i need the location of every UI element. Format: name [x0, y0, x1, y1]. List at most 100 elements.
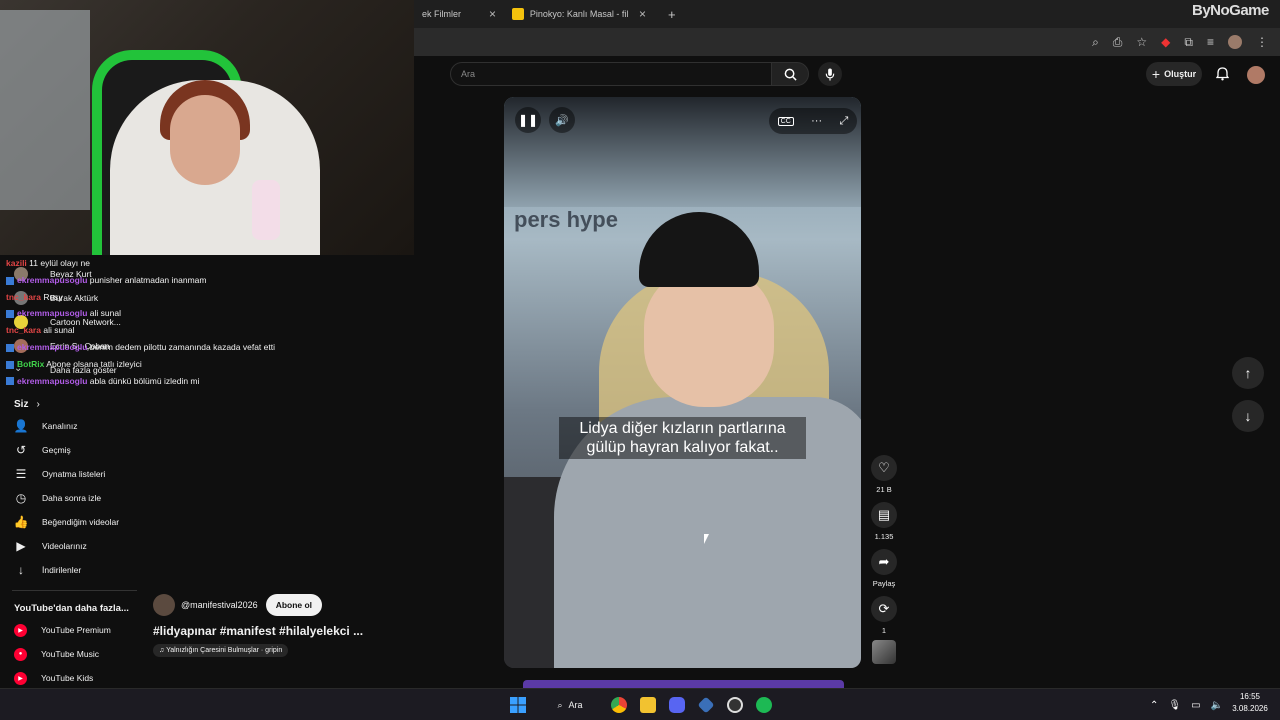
chat-username: ekremmapusoglu [17, 274, 88, 285]
chat-username: tnc_kara [6, 291, 41, 302]
discord-taskbar-button[interactable] [667, 693, 687, 717]
taskbar-search[interactable]: ⌕ Ara [545, 693, 595, 717]
media-icon[interactable]: ≡ [1207, 35, 1214, 49]
sidebar-item-your-videos[interactable]: ▶ Videolarınız [0, 534, 140, 558]
sidebar-item-youtube-kids[interactable]: ▶ YouTube Kids [0, 666, 140, 690]
explorer-taskbar-button[interactable] [638, 693, 658, 717]
browser-tab-active[interactable]: Pinokyo: Kanlı Masal - film 2026 × [504, 2, 654, 26]
music-chip[interactable]: ♫ Yalnızlığın Çaresini Bulmuşlar · gripi… [153, 644, 289, 657]
clock-time: 16:55 [1239, 692, 1261, 701]
captions-button[interactable]: CC [777, 116, 794, 126]
volume-icon[interactable]: 🔈 [1211, 700, 1223, 711]
search-input[interactable]: Ara [450, 62, 772, 86]
video-title[interactable]: #lidyapınar #manifest #hilalyelekci ... [153, 624, 503, 638]
profile-icon[interactable] [1228, 35, 1242, 49]
fullscreen-button[interactable]: ⤢ [839, 115, 848, 128]
voice-search-button[interactable] [818, 62, 842, 86]
sidebar-item-youtube-premium[interactable]: ▶ YouTube Premium [0, 618, 140, 642]
close-icon[interactable]: × [489, 7, 496, 21]
previous-short-button[interactable]: ↑ [1232, 357, 1264, 389]
badge-icon [6, 276, 14, 285]
chat-username: kazili [6, 258, 27, 268]
display-icon[interactable]: ▭ [1191, 700, 1200, 711]
channel-row: @manifestival2026 Abone ol [153, 594, 503, 616]
sidebar-item-youtube-music[interactable]: ● YouTube Music [0, 642, 140, 666]
chat-username: ekremmapusoglu [17, 308, 88, 319]
share-button[interactable]: ➦ Paylaş [870, 549, 898, 588]
clock-icon: ◷ [15, 491, 27, 505]
video-cap [639, 212, 759, 287]
channel-avatar[interactable] [153, 594, 175, 616]
background-sign-text: pers hype [514, 207, 618, 232]
share-label: Paylaş [872, 579, 896, 588]
comments-button[interactable]: ▤ 1.135 [870, 502, 898, 541]
watermark-logo: ByNoGame [1192, 2, 1269, 19]
app-icon [697, 696, 715, 714]
extensions-icon[interactable]: ⧉ [1184, 35, 1193, 50]
microphone-tray-icon[interactable]: 🎙 [1168, 700, 1181, 711]
chat-username: ekremmapusoglu [17, 375, 88, 386]
video-caption: Lidya diğer kızların partlarına gülüp ha… [559, 417, 806, 459]
chrome-taskbar-button[interactable] [609, 693, 629, 717]
microphone-icon [825, 67, 835, 81]
thumbs-up-icon: 👍 [13, 515, 29, 529]
remix-button[interactable]: ⟳ 1 [870, 596, 898, 635]
chat-text: 11 eylül olayı ne [29, 258, 90, 268]
sidebar-you-header[interactable]: Siz › [0, 394, 140, 414]
chat-text: abla dünkü bölümü izledin mi [89, 375, 200, 386]
remix-count: 1 [881, 626, 887, 635]
browser-tab[interactable]: ek Filmler × [414, 2, 504, 26]
sidebar-item-history[interactable]: ↺ Geçmiş [0, 438, 140, 462]
system-clock[interactable]: 16:55 3.08.2026 [1226, 691, 1274, 715]
zoom-icon[interactable]: ⌕ [1092, 35, 1099, 50]
spotify-icon [756, 697, 772, 713]
discord-icon [669, 697, 685, 713]
sidebar-item-downloads[interactable]: ↓ İndirilenler [0, 558, 140, 582]
start-button[interactable] [508, 693, 528, 717]
sidebar-item-label: Daha sonra izle [42, 493, 102, 503]
menu-icon[interactable]: ⋮ [1256, 35, 1268, 49]
volume-button[interactable]: 🔊 [549, 107, 575, 133]
create-button[interactable]: + Oluştur [1146, 62, 1202, 86]
youtube-premium-icon: ▶ [14, 623, 27, 637]
chevron-up-icon[interactable]: ⌃ [1150, 700, 1158, 711]
search-button[interactable] [771, 62, 809, 86]
badge-icon [6, 377, 14, 386]
plus-icon: + [1151, 66, 1161, 82]
overlay-bar [523, 680, 844, 688]
app-taskbar-button[interactable] [696, 693, 716, 717]
sidebar-item-label: Kanalınız [42, 421, 78, 431]
new-tab-button[interactable]: + [660, 2, 684, 26]
like-button[interactable]: ♡ 21 B [870, 455, 898, 494]
next-short-button[interactable]: ↓ [1232, 400, 1264, 432]
obs-taskbar-button[interactable] [725, 693, 745, 717]
chat-message: ekremmapusoglu benim dedem pilottu zaman… [6, 339, 414, 356]
spotify-taskbar-button[interactable] [754, 693, 774, 717]
sidebar-item-your-channel[interactable]: 👤 Kanalınız [0, 414, 140, 438]
chat-text: Abone olsana tatlı izleyici [46, 358, 142, 369]
badge-icon [6, 310, 14, 319]
chat-text: ali sunal [89, 308, 121, 319]
bell-icon [1215, 67, 1229, 81]
bookmark-star-icon[interactable]: ☆ [1136, 35, 1147, 49]
pause-button[interactable]: ❚❚ [515, 107, 541, 133]
account-avatar[interactable] [1247, 66, 1265, 84]
extension-red-icon[interactable]: ◆ [1161, 35, 1170, 49]
close-icon[interactable]: × [639, 7, 646, 21]
more-options-button[interactable]: ··· [811, 115, 822, 127]
subscribe-button[interactable]: Abone ol [265, 594, 323, 616]
comment-icon: ▤ [871, 502, 897, 528]
notifications-button[interactable] [1212, 64, 1232, 84]
chrome-icon [611, 697, 627, 713]
video-info: @manifestival2026 Abone ol #lidyapınar #… [153, 594, 503, 657]
shorts-actions: ♡ 21 B ▤ 1.135 ➦ Paylaş ⟳ 1 [870, 455, 898, 643]
search-icon [784, 68, 797, 81]
channel-name[interactable]: @manifestival2026 [181, 600, 258, 610]
sidebar-item-watch-later[interactable]: ◷ Daha sonra izle [0, 486, 140, 510]
sound-thumbnail[interactable] [872, 640, 896, 664]
sidebar-item-liked-videos[interactable]: 👍 Beğendiğim videolar [0, 510, 140, 534]
install-icon[interactable]: ⎙ [1113, 35, 1123, 50]
sidebar-item-playlists[interactable]: ☰ Oynatma listeleri [0, 462, 140, 486]
shorts-video-player[interactable]: pers hype ❚❚ 🔊 CC ··· ⤢ Lidya diğer kızl… [504, 97, 861, 668]
comment-count: 1.135 [874, 532, 894, 541]
